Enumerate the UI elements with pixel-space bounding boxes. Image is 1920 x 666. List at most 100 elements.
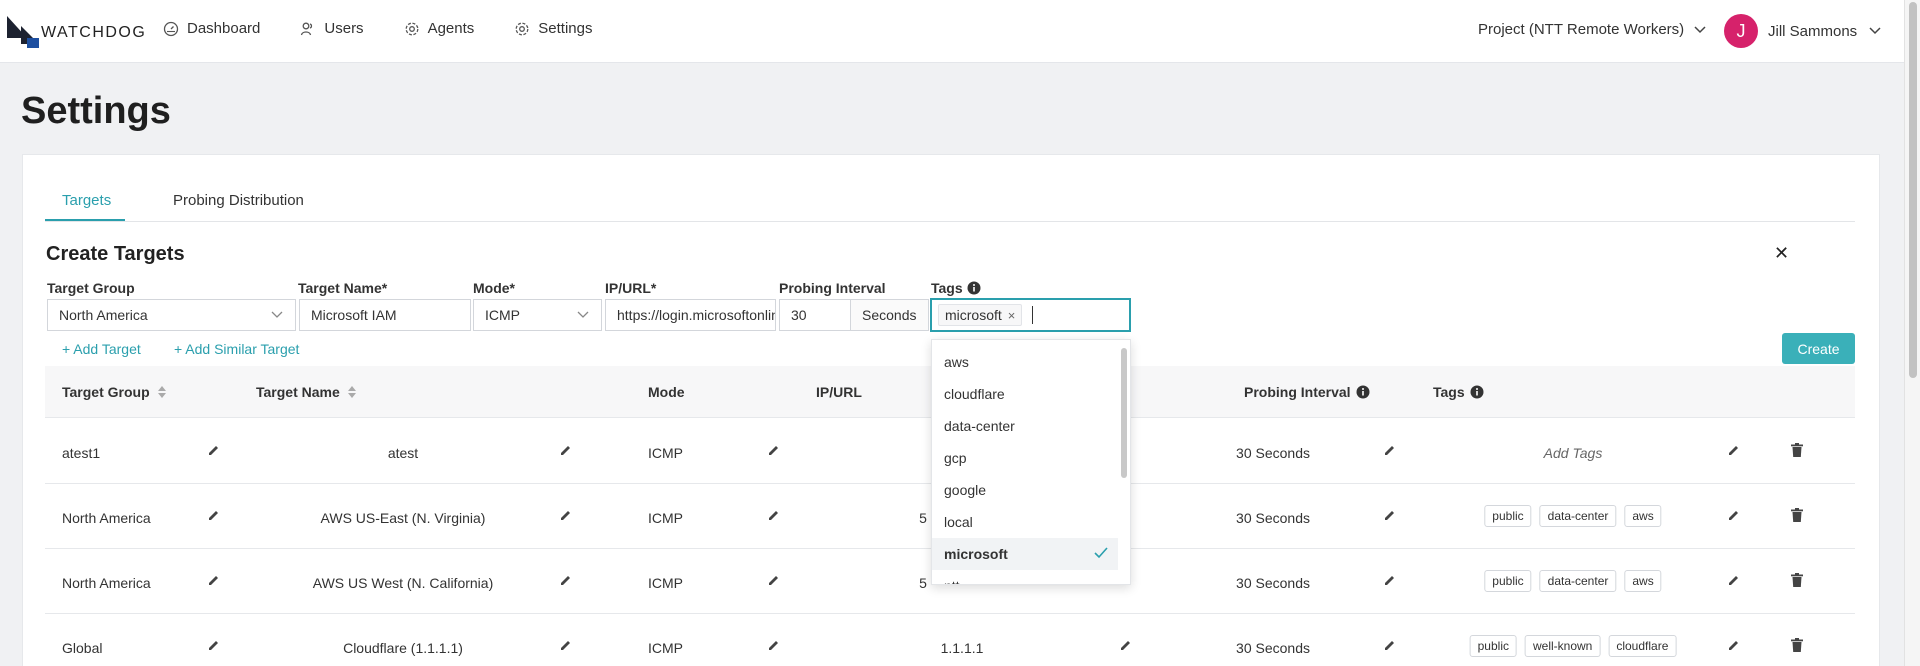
create-button[interactable]: Create [1782,333,1855,364]
edit-pencil-icon[interactable] [560,509,572,521]
mode-select[interactable]: ICMP [473,299,602,331]
user-menu[interactable]: J Jill Sammons [1724,14,1881,48]
nav-agents-label: Agents [427,20,475,37]
dropdown-option-microsoft-label: microsoft [944,546,1008,562]
dropdown-scrollbar-thumb[interactable] [1121,348,1127,478]
page-scrollbar[interactable] [1904,0,1920,666]
close-icon[interactable]: ✕ [1774,243,1789,264]
edit-pencil-icon[interactable] [560,639,572,651]
nav-users[interactable]: Users [300,20,364,37]
delete-trash-icon[interactable] [1791,443,1803,457]
tab-probing-distribution[interactable]: Probing Distribution [173,192,304,209]
target-name-input[interactable]: Microsoft IAM [299,299,471,331]
header-probing-interval: Probing Interval [1244,384,1370,400]
tag-badge: data-center [1539,505,1617,527]
edit-pencil-icon[interactable] [768,509,780,521]
edit-pencil-icon[interactable] [768,574,780,586]
header-target-group-label: Target Group [62,384,150,400]
cell-target-name: AWS US-East (N. Virginia) [320,510,486,526]
edit-pencil-icon[interactable] [560,574,572,586]
dropdown-option-ntt[interactable]: ntt [932,570,1118,584]
edit-pencil-icon[interactable] [1728,444,1740,456]
sort-icon[interactable] [157,386,166,398]
header-target-name-label: Target Name [256,384,340,400]
tag-badge: public [1484,570,1532,592]
cell-target-group: North America [62,575,151,591]
label-target-group: Target Group [47,280,135,296]
edit-pencil-icon[interactable] [768,444,780,456]
header-target-group[interactable]: Target Group [62,384,166,400]
edit-pencil-icon[interactable] [1384,444,1396,456]
interval-unit-value: Seconds [862,307,917,323]
nav-dashboard[interactable]: Dashboard [163,20,260,37]
edit-pencil-icon[interactable] [208,444,220,456]
info-icon[interactable] [1356,385,1370,399]
edit-pencil-icon[interactable] [768,639,780,651]
edit-pencil-icon[interactable] [1120,639,1132,651]
remove-tag-icon[interactable]: × [1008,308,1016,323]
dropdown-option-gcp[interactable]: gcp [932,442,1118,474]
page-scrollbar-thumb[interactable] [1909,2,1917,378]
add-target-link[interactable]: + Add Target [62,341,141,357]
sort-icon[interactable] [347,386,356,398]
dropdown-option-data-center[interactable]: data-center [932,410,1118,442]
label-ip-url: IP/URL* [605,280,657,296]
chevron-down-icon [1869,27,1881,35]
dropdown-option-microsoft[interactable]: microsoft [932,538,1118,570]
selected-tag-label: microsoft [945,307,1002,323]
edit-pencil-icon[interactable] [1728,639,1740,651]
tab-targets[interactable]: Targets [62,192,111,209]
ip-url-input[interactable]: https://login.microsoftonline.com [605,299,776,331]
header-tags-label: Tags [1433,384,1465,400]
edit-pencil-icon[interactable] [208,639,220,651]
edit-pencil-icon[interactable] [1728,509,1740,521]
delete-trash-icon[interactable] [1791,508,1803,522]
chevron-down-icon [577,311,589,318]
info-icon[interactable] [1470,385,1484,399]
edit-pencil-icon[interactable] [1728,574,1740,586]
target-name-value: Microsoft IAM [311,307,397,323]
edit-pencil-icon[interactable] [1384,639,1396,651]
edit-pencil-icon[interactable] [208,574,220,586]
project-selector[interactable]: Project (NTT Remote Workers) [1478,21,1706,38]
logo-text: WATCHDOG [41,24,147,41]
label-tags-wrap: Tags [931,280,981,296]
dropdown-option-local[interactable]: local [932,506,1118,538]
cell-probing-interval: 30 Seconds [1236,445,1310,461]
table-row: Global Cloudflare (1.1.1.1) ICMP 1.1.1.1… [45,614,1855,666]
dropdown-option-aws[interactable]: aws [932,346,1118,378]
label-probing-interval: Probing Interval [779,280,886,296]
target-group-select[interactable]: North America [47,299,296,331]
cell-probing-interval: 30 Seconds [1236,575,1310,591]
tag-badge: public [1484,505,1532,527]
top-navbar: WATCHDOG Dashboard Users Agents Settings… [0,0,1904,63]
cell-target-name: Cloudflare (1.1.1.1) [343,640,463,656]
text-caret [1032,306,1034,324]
nav-settings[interactable]: Settings [514,20,592,37]
watchdog-logo[interactable]: WATCHDOG [7,16,146,48]
chevron-down-icon [1694,25,1706,33]
add-tags-link[interactable]: Add Tags [1544,445,1603,461]
header-probing-interval-label: Probing Interval [1244,384,1351,400]
edit-pencil-icon[interactable] [208,509,220,521]
cell-tags: public well-known cloudflare [1469,635,1677,657]
dropdown-option-cloudflare[interactable]: cloudflare [932,378,1118,410]
edit-pencil-icon[interactable] [560,444,572,456]
add-similar-target-link[interactable]: + Add Similar Target [174,341,299,357]
cell-target-group: Global [62,640,103,656]
nav-agents[interactable]: Agents [404,20,475,37]
tag-badge: public [1469,635,1517,657]
delete-trash-icon[interactable] [1791,573,1803,587]
info-icon[interactable] [967,281,981,295]
dropdown-option-google[interactable]: google [932,474,1118,506]
nav-settings-label: Settings [538,20,593,37]
selected-tag-chip: microsoft × [938,304,1023,326]
cell-mode: ICMP [648,575,683,591]
edit-pencil-icon[interactable] [1384,509,1396,521]
edit-pencil-icon[interactable] [1384,574,1396,586]
header-target-name[interactable]: Target Name [256,384,356,400]
cell-target-group: North America [62,510,151,526]
tags-input[interactable]: microsoft × [931,299,1130,331]
probing-interval-input[interactable]: 30 [779,299,851,331]
delete-trash-icon[interactable] [1791,638,1803,652]
